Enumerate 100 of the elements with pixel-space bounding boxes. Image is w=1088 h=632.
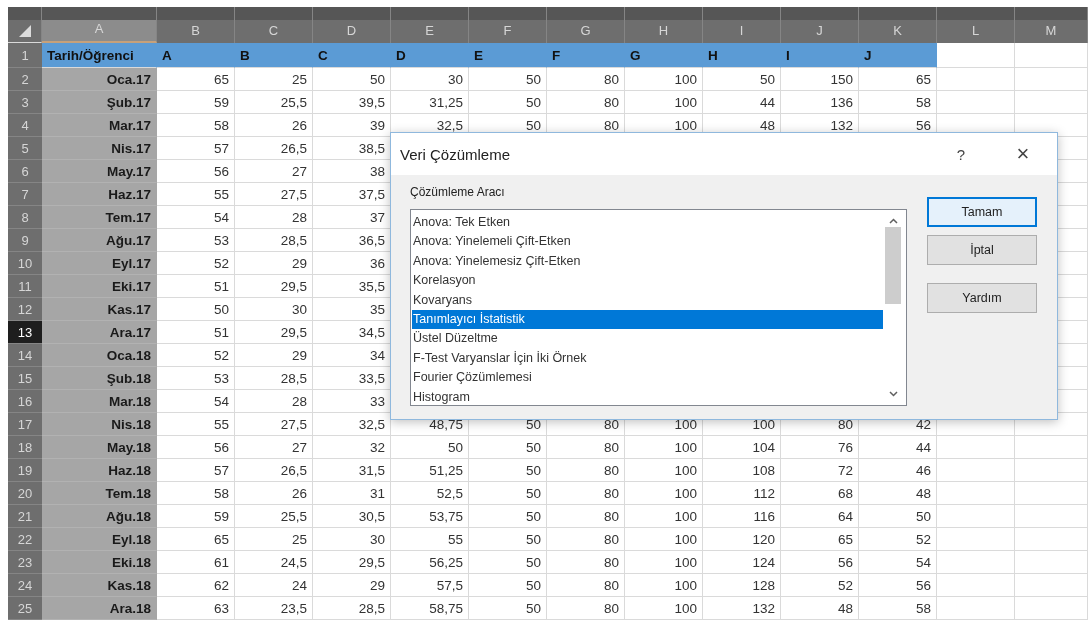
- row-header[interactable]: 5: [8, 137, 42, 160]
- list-item[interactable]: Histogram: [412, 387, 883, 407]
- row-label: Eki.18: [42, 551, 157, 574]
- list-item[interactable]: Tanımlayıcı İstatistik: [412, 309, 883, 330]
- table-cell: 25,5: [235, 91, 313, 114]
- table-cell: 51,25: [391, 459, 469, 482]
- row-header[interactable]: 8: [8, 206, 42, 229]
- table-cell: 61: [157, 551, 235, 574]
- table-cell: 50: [469, 482, 547, 505]
- row-header[interactable]: 19: [8, 459, 42, 482]
- row-header[interactable]: 20: [8, 482, 42, 505]
- row-header[interactable]: 1: [8, 43, 42, 68]
- table-cell: 32: [313, 436, 391, 459]
- table-cell: 128: [703, 574, 781, 597]
- row-header[interactable]: 6: [8, 160, 42, 183]
- list-item[interactable]: F-Test Varyanslar İçin İki Örnek: [412, 348, 883, 369]
- row-header[interactable]: 13: [8, 321, 42, 344]
- row-label: Şub.18: [42, 367, 157, 390]
- table-cell: 26: [235, 482, 313, 505]
- column-header[interactable]: M: [1015, 7, 1088, 43]
- table-cell: 136: [781, 91, 859, 114]
- table-cell: 31,25: [391, 91, 469, 114]
- scroll-down-icon[interactable]: [888, 391, 898, 397]
- row-header[interactable]: 25: [8, 597, 42, 620]
- table-cell: 27,5: [235, 183, 313, 206]
- row-header[interactable]: 22: [8, 528, 42, 551]
- column-header[interactable]: L: [937, 7, 1015, 43]
- row-header[interactable]: 18: [8, 436, 42, 459]
- help-button[interactable]: ?: [941, 139, 981, 169]
- list-item[interactable]: Fourier Çözümlemesi: [412, 368, 883, 388]
- table-cell: 55: [157, 183, 235, 206]
- row-header[interactable]: 16: [8, 390, 42, 413]
- table-cell: 28,5: [313, 597, 391, 620]
- column-header[interactable]: F: [469, 7, 547, 43]
- table-cell: 54: [157, 206, 235, 229]
- column-header[interactable]: I: [703, 7, 781, 43]
- table-cell: 30,5: [313, 505, 391, 528]
- column-header[interactable]: A: [42, 7, 157, 43]
- table-cell: 27: [235, 160, 313, 183]
- list-item[interactable]: Anova: Yinelemesiz Çift-Etken: [412, 251, 883, 272]
- row-header[interactable]: 11: [8, 275, 42, 298]
- table-cell: 58: [859, 597, 937, 620]
- row-header[interactable]: 9: [8, 229, 42, 252]
- column-header[interactable]: J: [781, 7, 859, 43]
- list-item[interactable]: Korelasyon: [412, 271, 883, 291]
- table-cell: 56: [781, 551, 859, 574]
- row-label: Eyl.18: [42, 528, 157, 551]
- row-header[interactable]: 2: [8, 68, 42, 91]
- table-cell: 63: [157, 597, 235, 620]
- dialog-button[interactable]: İptal: [927, 235, 1037, 265]
- list-item[interactable]: Üstel Düzeltme: [412, 329, 883, 349]
- close-button[interactable]: ×: [1003, 139, 1043, 169]
- column-header[interactable]: B: [157, 7, 235, 43]
- table-cell: 59: [157, 505, 235, 528]
- select-all-corner[interactable]: [8, 7, 42, 43]
- column-header[interactable]: K: [859, 7, 937, 43]
- table-cell: 100: [625, 436, 703, 459]
- row-header[interactable]: 24: [8, 574, 42, 597]
- scroll-up-icon[interactable]: [888, 218, 898, 224]
- list-item[interactable]: Anova: Tek Etken: [412, 213, 883, 233]
- table-cell: 58: [157, 482, 235, 505]
- table-cell: 44: [703, 91, 781, 114]
- table-cell: 44: [859, 436, 937, 459]
- column-header[interactable]: G: [547, 7, 625, 43]
- row-header[interactable]: 17: [8, 413, 42, 436]
- row-header[interactable]: 3: [8, 91, 42, 114]
- list-item[interactable]: Anova: Yinelemeli Çift-Etken: [412, 232, 883, 252]
- list-item[interactable]: Kovaryans: [412, 290, 883, 310]
- table-cell: 80: [547, 574, 625, 597]
- row-header[interactable]: 14: [8, 344, 42, 367]
- table-cell: 65: [157, 68, 235, 91]
- row-header[interactable]: 12: [8, 298, 42, 321]
- scrollbar-thumb[interactable]: [885, 227, 901, 304]
- table-cell: 29: [235, 344, 313, 367]
- row-header[interactable]: 23: [8, 551, 42, 574]
- table-cell: 80: [547, 597, 625, 620]
- column-header[interactable]: C: [235, 7, 313, 43]
- column-label: E: [469, 43, 547, 68]
- column-label: J: [859, 43, 937, 68]
- row-header[interactable]: 15: [8, 367, 42, 390]
- column-header[interactable]: H: [625, 7, 703, 43]
- table-cell: 100: [625, 551, 703, 574]
- row-header[interactable]: 10: [8, 252, 42, 275]
- row-header[interactable]: 4: [8, 114, 42, 137]
- row-label: Nis.18: [42, 413, 157, 436]
- column-header[interactable]: D: [313, 7, 391, 43]
- table-cell: 50: [469, 436, 547, 459]
- row-header[interactable]: 21: [8, 505, 42, 528]
- table-cell: 52: [859, 528, 937, 551]
- row-label: Haz.18: [42, 459, 157, 482]
- column-label: B: [235, 43, 313, 68]
- table-cell: 132: [703, 597, 781, 620]
- dialog-button[interactable]: Yardım: [927, 283, 1037, 313]
- column-header[interactable]: E: [391, 7, 469, 43]
- row-header[interactable]: 7: [8, 183, 42, 206]
- table-cell: 53: [157, 229, 235, 252]
- row-label: Mar.17: [42, 114, 157, 137]
- table-cell: 54: [859, 551, 937, 574]
- table-cell: 58: [157, 114, 235, 137]
- dialog-button[interactable]: Tamam: [927, 197, 1037, 227]
